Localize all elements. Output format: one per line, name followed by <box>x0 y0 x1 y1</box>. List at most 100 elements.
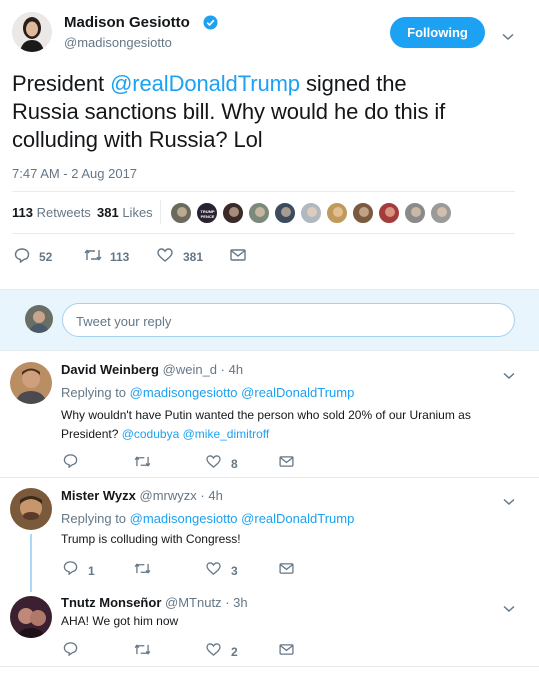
reply-menu-chevron-icon[interactable] <box>503 367 517 380</box>
reply-author-handle[interactable]: @mrwyzx <box>140 488 197 503</box>
liker-avatar[interactable] <box>274 202 296 224</box>
like-icon[interactable] <box>206 455 221 468</box>
like-count: 381 <box>183 250 204 264</box>
liker-avatar[interactable] <box>352 202 374 224</box>
replying-to-label: Replying to <box>61 511 127 526</box>
reply-icon[interactable] <box>63 641 78 656</box>
thread-connector-line <box>30 534 32 592</box>
reply-time[interactable]: · 3h <box>225 595 247 610</box>
reply-input-placeholder: Tweet your reply <box>76 314 172 329</box>
reply-menu-chevron-icon[interactable] <box>503 600 517 613</box>
tweet-menu-chevron-icon[interactable] <box>502 28 516 41</box>
reply-time[interactable]: · 4h <box>221 362 243 377</box>
liker-avatar[interactable] <box>248 202 270 224</box>
liker-avatar-face <box>177 207 187 217</box>
liker-avatar-face <box>333 207 343 217</box>
liker-avatars[interactable]: TRUMP PENCE <box>170 202 452 224</box>
reply-avatar[interactable] <box>10 596 52 638</box>
like-icon[interactable] <box>206 562 221 575</box>
liker-avatar-face <box>255 207 265 217</box>
like-icon[interactable] <box>157 248 173 262</box>
direct-message-icon[interactable] <box>230 249 246 261</box>
reply-text-mention[interactable]: @mike_dimitroff <box>183 427 270 441</box>
direct-message-icon[interactable] <box>279 644 294 655</box>
reply-icon[interactable] <box>63 453 78 468</box>
direct-message-icon[interactable] <box>279 456 294 467</box>
tweet-mention-link[interactable]: @realDonaldTrump <box>110 71 300 96</box>
author-handle[interactable]: @madisongesiotto <box>64 35 172 50</box>
reply-author-handle[interactable]: @wein_d <box>163 362 217 377</box>
liker-avatar[interactable]: TRUMP PENCE <box>196 202 218 224</box>
current-user-avatar <box>25 305 53 333</box>
reply-text: Trump is colluding with Congress! <box>61 532 241 546</box>
reply-text-mention[interactable]: @codubya <box>122 427 180 441</box>
following-button[interactable]: Following <box>390 17 485 48</box>
stats-divider-bottom <box>12 233 515 234</box>
reply-time[interactable]: · 4h <box>200 488 222 503</box>
retweets-stat[interactable]: 113 Retweets <box>12 205 91 220</box>
tweet-text: President @realDonaldTrump signed the Ru… <box>12 70 532 154</box>
reply-count: 52 <box>39 250 53 264</box>
replying-to-mention[interactable]: @realDonaldTrump <box>241 511 354 526</box>
likes-label: Likes <box>122 205 153 220</box>
replying-to-line: Replying to @madisongesiotto @realDonald… <box>61 385 354 400</box>
reply-text-line: Why wouldn't have Putin wanted the perso… <box>61 408 471 422</box>
tweet-text-part: President <box>12 71 111 96</box>
retweets-label: Retweets <box>36 205 91 220</box>
liker-avatar-face <box>437 207 447 217</box>
like-count: 8 <box>231 457 238 471</box>
liker-avatar-face <box>307 207 317 217</box>
tweet-text-part: signed the <box>299 71 407 96</box>
liker-avatar-face <box>385 207 395 217</box>
liker-avatar[interactable] <box>404 202 426 224</box>
liker-avatar[interactable] <box>430 202 452 224</box>
like-count: 3 <box>231 564 238 578</box>
reply-text: AHA! We got him now <box>61 614 179 628</box>
author-avatar[interactable] <box>12 12 52 52</box>
reply-avatar[interactable] <box>10 362 52 404</box>
replying-to-mention[interactable]: @madisongesiotto <box>130 511 238 526</box>
replying-to-mention[interactable]: @madisongesiotto <box>130 385 238 400</box>
tweet-timestamp[interactable]: 7:47 AM - 2 Aug 2017 <box>12 166 137 181</box>
reply-menu-chevron-icon[interactable] <box>503 493 517 506</box>
direct-message-icon[interactable] <box>279 563 294 574</box>
liker-avatar-label: TRUMP PENCE <box>200 209 215 219</box>
liker-avatar-face <box>411 207 421 217</box>
retweet-icon[interactable] <box>134 562 151 575</box>
tweet-text-line: Russia sanctions bill. Why would he do t… <box>12 99 446 124</box>
tweet-text-line: colluding with Russia? Lol <box>12 127 263 152</box>
reply-author-handle[interactable]: @MTnutz <box>165 595 222 610</box>
stats-vertical-divider <box>160 200 161 224</box>
reply-count: 1 <box>88 564 95 578</box>
liker-avatar[interactable] <box>170 202 192 224</box>
likes-count: 381 <box>97 205 119 220</box>
reply-divider <box>0 477 539 478</box>
verified-badge-icon <box>203 15 218 30</box>
retweet-count: 113 <box>110 250 130 264</box>
retweet-icon[interactable] <box>134 643 151 656</box>
stats-divider-top <box>12 191 515 192</box>
liker-avatar-face <box>359 207 369 217</box>
reply-author-name[interactable]: Tnutz Monseñor <box>61 595 161 610</box>
retweet-icon[interactable] <box>84 248 102 262</box>
replying-to-label: Replying to <box>61 385 127 400</box>
liker-avatar[interactable] <box>222 202 244 224</box>
liker-avatar[interactable] <box>300 202 322 224</box>
reply-icon[interactable] <box>63 560 78 575</box>
reply-header: Tnutz Monseñor @MTnutz · 3h <box>61 595 248 610</box>
replying-to-line: Replying to @madisongesiotto @realDonald… <box>61 511 354 526</box>
reply-text-part: President? <box>61 427 122 441</box>
reply-author-name[interactable]: Mister Wyzx <box>61 488 136 503</box>
reply-icon[interactable] <box>14 247 30 263</box>
replying-to-mention[interactable]: @realDonaldTrump <box>241 385 354 400</box>
retweet-icon[interactable] <box>134 455 151 468</box>
reply-divider <box>0 666 539 667</box>
likes-stat[interactable]: 381 Likes <box>97 205 153 220</box>
liker-avatar[interactable] <box>326 202 348 224</box>
liker-avatar[interactable] <box>378 202 400 224</box>
author-name[interactable]: Madison Gesiotto <box>64 14 190 31</box>
reply-author-name[interactable]: David Weinberg <box>61 362 159 377</box>
like-icon[interactable] <box>206 643 221 656</box>
reply-avatar[interactable] <box>10 488 52 530</box>
reply-text: Why wouldn't have Putin wanted the perso… <box>61 406 531 444</box>
